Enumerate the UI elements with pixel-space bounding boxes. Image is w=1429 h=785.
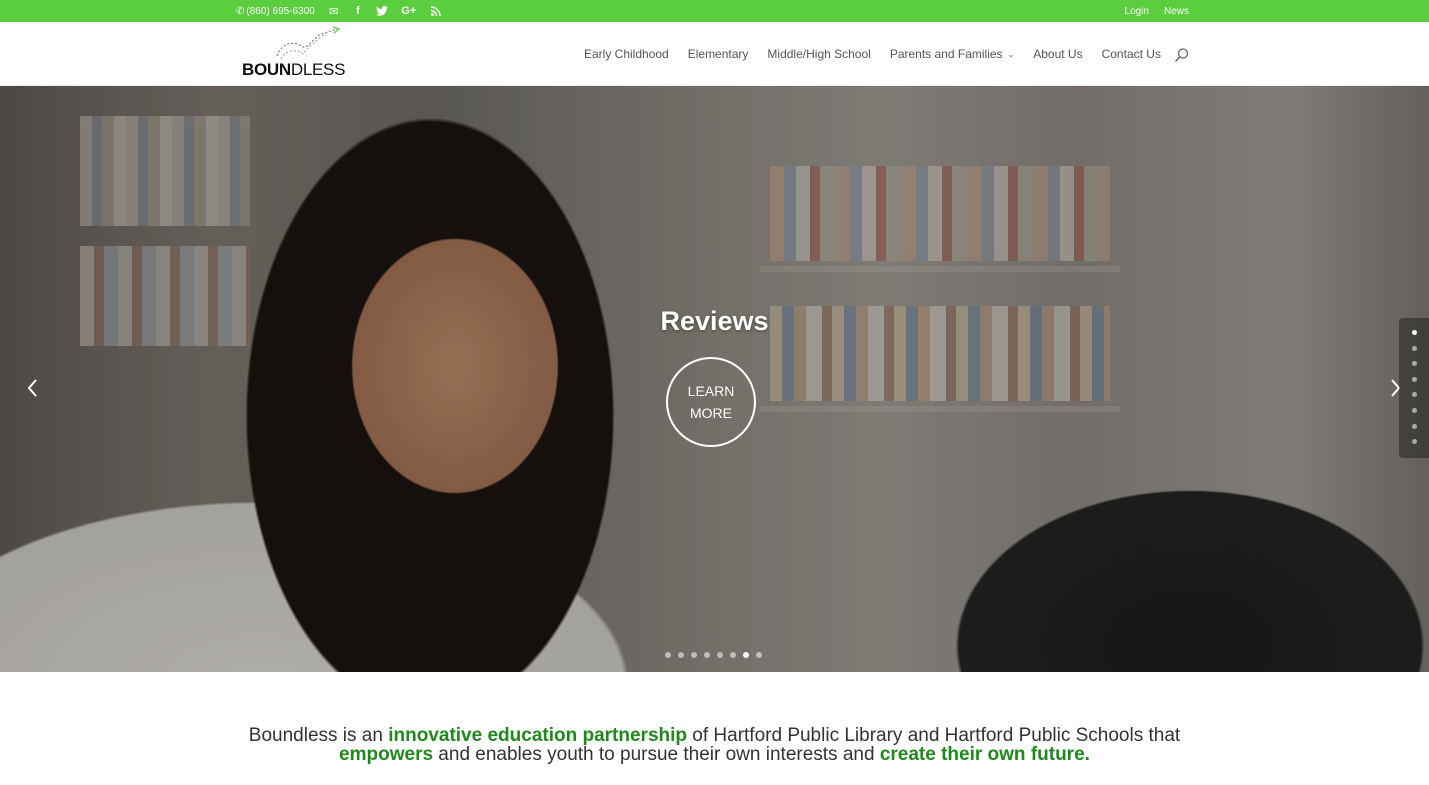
chevron-down-icon: ⌄ <box>1007 49 1015 59</box>
slide-dot[interactable] <box>730 652 736 658</box>
search-icon[interactable] <box>1174 47 1190 63</box>
hero-slider: Reviews LEARN MORE <box>0 86 1429 672</box>
facebook-icon[interactable]: f <box>351 4 365 18</box>
slide-dot[interactable] <box>743 652 749 658</box>
slide-dot[interactable] <box>756 652 762 658</box>
nav-about-us[interactable]: About Us <box>1033 47 1082 61</box>
rss-icon[interactable] <box>429 4 443 18</box>
top-bar: ✆ (860) 695-6300 ✉ f G+ Login News <box>0 0 1429 22</box>
slide-dot[interactable] <box>665 652 671 658</box>
email-icon[interactable]: ✉ <box>327 4 341 18</box>
twitter-icon[interactable] <box>375 4 389 18</box>
slide-dot[interactable] <box>678 652 684 658</box>
nav-elementary[interactable]: Elementary <box>688 47 749 61</box>
section-dot[interactable] <box>1412 330 1417 335</box>
mission-statement: Boundless is an innovative education par… <box>0 726 1429 764</box>
contact-info: ✆ (860) 695-6300 ✉ f G+ <box>236 0 453 22</box>
mission-highlight: innovative education partnership <box>388 725 687 746</box>
nav-label: Contact Us <box>1101 47 1161 61</box>
nav-parents-and-families[interactable]: Parents and Families ⌄ <box>890 47 1014 61</box>
mission-text: of Hartford Public Library and Hartford … <box>687 725 1181 746</box>
learn-more-button[interactable]: LEARN MORE <box>666 357 756 447</box>
phone-icon: ✆ <box>236 5 245 17</box>
learn-more-line2: MORE <box>690 405 732 421</box>
site-header: BOUNDLESS Early Childhood Elementary Mid… <box>0 22 1429 86</box>
nav-label: Parents and Families <box>889 47 1003 61</box>
section-dot[interactable] <box>1412 392 1417 398</box>
nav-contact-us[interactable]: Contact Us <box>1102 47 1161 61</box>
mission-line-2: empowers and enables youth to pursue the… <box>0 745 1429 764</box>
nav-label: Middle/High School <box>767 47 871 61</box>
phone-label: (860) 695-6300 <box>246 5 315 17</box>
mission-highlight: empowers <box>339 744 434 765</box>
section-dot[interactable] <box>1412 423 1417 429</box>
slide-title: Reviews <box>660 306 769 336</box>
nav-middle-high-school[interactable]: Middle/High School <box>767 47 870 61</box>
prev-slide-arrow[interactable] <box>20 376 44 400</box>
slide-pagination <box>665 652 762 658</box>
main-nav: Early Childhood Elementary Middle/High S… <box>584 22 1180 86</box>
section-dot[interactable] <box>1412 376 1417 382</box>
mission-highlight: create their own future. <box>879 744 1090 765</box>
mission-text: Boundless is an <box>248 725 389 746</box>
section-dot[interactable] <box>1412 345 1417 351</box>
slide-dot[interactable] <box>691 652 697 658</box>
nav-label: About Us <box>1033 47 1083 61</box>
nav-label: Elementary <box>687 47 749 61</box>
news-link[interactable]: News <box>1164 6 1189 17</box>
boundless-logo[interactable]: BOUNDLESS <box>241 26 349 80</box>
slide-dot[interactable] <box>717 652 723 658</box>
phone-number[interactable]: ✆ (860) 695-6300 <box>236 6 315 17</box>
section-dot[interactable] <box>1412 408 1417 413</box>
login-link[interactable]: Login <box>1125 6 1149 17</box>
section-dot[interactable] <box>1412 361 1417 367</box>
section-dot-navigation <box>1399 318 1429 458</box>
google-plus-icon[interactable]: G+ <box>399 4 419 18</box>
mission-text: and enables youth to pursue their own in… <box>433 744 880 765</box>
slide-dot[interactable] <box>704 652 710 658</box>
learn-more-line1: LEARN <box>687 383 735 399</box>
mission-line-1: Boundless is an innovative education par… <box>0 726 1429 745</box>
nav-early-childhood[interactable]: Early Childhood <box>584 47 669 61</box>
section-dot[interactable] <box>1412 439 1417 445</box>
logo-wordmark: BOUNDLESS <box>242 60 346 79</box>
top-links: Login News <box>1125 0 1189 22</box>
nav-label: Early Childhood <box>584 47 669 61</box>
